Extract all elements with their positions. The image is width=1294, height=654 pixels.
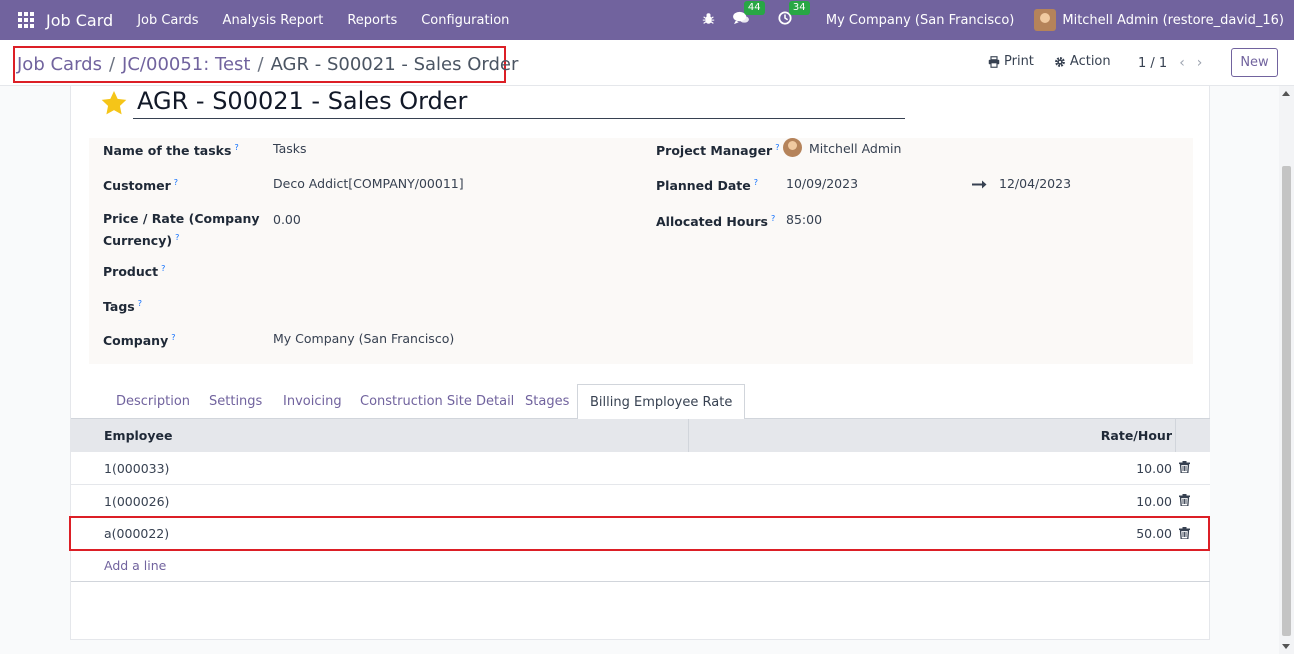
breadcrumb: Job Cards / JC/00051: Test / AGR - S0002… — [13, 46, 518, 83]
gear-icon — [1055, 56, 1065, 67]
breadcrumb-current: AGR - S00021 - Sales Order — [270, 54, 519, 75]
user-name: Mitchell Admin (restore_david_16) — [1062, 12, 1284, 28]
bug-icon[interactable] — [702, 12, 715, 29]
label-company: Company? — [103, 333, 176, 349]
label-project-manager: Project Manager? — [656, 143, 780, 159]
column-divider — [1175, 419, 1176, 452]
record-actions: Print Action — [988, 54, 1111, 69]
trash-icon[interactable] — [1179, 461, 1190, 473]
add-line-link[interactable]: Add a line — [104, 558, 166, 573]
control-panel: Job Cards / JC/00051: Test / AGR - S0002… — [0, 40, 1294, 86]
activities-badge: 34 — [788, 1, 810, 15]
notebook-tabs: Description Settings Invoicing Construct… — [71, 384, 1210, 420]
trash-icon[interactable] — [1179, 527, 1190, 539]
chevron-left-icon[interactable]: ‹ — [1179, 55, 1185, 71]
breadcrumb-separator: / — [257, 54, 264, 75]
tab-description[interactable]: Description — [116, 384, 190, 419]
cell-employee: 1(000033) — [104, 461, 170, 476]
value-project-manager[interactable]: Mitchell Admin — [809, 141, 901, 156]
user-menu[interactable]: Mitchell Admin (restore_david_16) — [1034, 9, 1284, 31]
navbar-systray: 44 34 My Company (San Francisco) Mitchel… — [684, 0, 1284, 40]
scroll-down-icon[interactable] — [1282, 644, 1290, 649]
record-title[interactable]: AGR - S00021 - Sales Order — [133, 86, 905, 119]
top-navbar: Job Card Job Cards Analysis Report Repor… — [0, 0, 1294, 40]
cell-rate: 50.00 — [1136, 526, 1172, 541]
action-label: Action — [1069, 54, 1111, 69]
column-rate-hour[interactable]: Rate/Hour — [1101, 428, 1172, 443]
value-customer[interactable]: Deco Addict[COMPANY/00011] — [273, 176, 464, 191]
user-avatar — [1034, 9, 1057, 31]
value-planned-start[interactable]: 10/09/2023 — [786, 176, 858, 191]
label-allocated-hours: Allocated Hours? — [656, 214, 776, 230]
menu-reports[interactable]: Reports — [347, 13, 397, 28]
trash-icon[interactable] — [1179, 494, 1190, 506]
scroll-up-icon[interactable] — [1282, 91, 1290, 96]
table-row[interactable]: 1(000026) 10.00 — [71, 485, 1210, 518]
tab-settings[interactable]: Settings — [209, 384, 262, 419]
table-row[interactable]: 1(000033) 10.00 — [71, 452, 1210, 485]
arrow-right-icon — [972, 180, 987, 189]
project-manager-avatar — [783, 138, 802, 157]
column-employee[interactable]: Employee — [104, 428, 173, 443]
value-allocated-hours[interactable]: 85:00 — [786, 212, 822, 227]
company-switcher[interactable]: My Company (San Francisco) — [826, 13, 1014, 28]
cell-rate: 10.00 — [1136, 461, 1172, 476]
value-planned-end[interactable]: 12/04/2023 — [999, 176, 1071, 191]
label-tags: Tags? — [103, 299, 142, 315]
table-row[interactable]: a(000022) 50.00 — [69, 516, 1210, 551]
chevron-right-icon[interactable]: › — [1197, 55, 1203, 71]
title-row: AGR - S00021 - Sales Order — [101, 86, 909, 119]
breadcrumb-job-cards[interactable]: Job Cards — [17, 54, 102, 75]
label-product: Product? — [103, 264, 166, 280]
new-button[interactable]: New — [1231, 48, 1278, 77]
label-name-of-tasks: Name of the tasks? — [103, 143, 239, 159]
menu-analysis-report[interactable]: Analysis Report — [223, 13, 324, 28]
star-icon[interactable] — [101, 90, 127, 115]
value-price-rate[interactable]: 0.00 — [273, 212, 301, 227]
cell-rate: 10.00 — [1136, 494, 1172, 509]
action-button[interactable]: Action — [1054, 54, 1111, 69]
scroll-thumb[interactable] — [1282, 166, 1291, 636]
tab-construction-site-detail[interactable]: Construction Site Detail — [360, 384, 514, 419]
breadcrumb-separator: / — [108, 54, 116, 75]
table-header: Employee Rate/Hour — [71, 419, 1210, 452]
menu-job-cards[interactable]: Job Cards — [137, 13, 198, 28]
pager-value[interactable]: 1 / 1 — [1138, 56, 1167, 71]
breadcrumb-job-card[interactable]: JC/00051: Test — [122, 54, 250, 75]
messages-badge: 44 — [743, 1, 765, 15]
main-fields-group: Name of the tasks? Tasks Customer? Deco … — [89, 138, 1193, 364]
label-price-rate: Price / Rate (Company Currency)? — [103, 211, 260, 249]
print-label: Print — [1004, 54, 1034, 69]
form-sheet: AGR - S00021 - Sales Order Name of the t… — [69, 86, 1210, 640]
apps-grid-icon[interactable] — [16, 10, 36, 30]
column-divider — [688, 419, 689, 452]
value-company[interactable]: My Company (San Francisco) — [273, 331, 454, 346]
pager: 1 / 1 ‹ › — [1138, 55, 1202, 71]
tab-billing-employee-rate[interactable]: Billing Employee Rate — [577, 384, 746, 420]
label-customer: Customer? — [103, 178, 178, 194]
menu-configuration[interactable]: Configuration — [421, 13, 509, 28]
chat-icon[interactable]: 44 — [732, 1, 765, 29]
tab-stages[interactable]: Stages — [525, 384, 569, 419]
cell-employee: 1(000026) — [104, 494, 170, 509]
clock-icon[interactable]: 34 — [778, 1, 810, 29]
value-name-of-tasks[interactable]: Tasks — [273, 141, 307, 156]
cell-employee: a(000022) — [104, 526, 170, 541]
print-button[interactable]: Print — [988, 54, 1034, 69]
page-scrollbar[interactable] — [1279, 86, 1294, 654]
tab-invoicing[interactable]: Invoicing — [283, 384, 342, 419]
print-icon — [988, 55, 1000, 68]
table-bottom-border — [71, 581, 1210, 582]
main-menu: Job Cards Analysis Report Reports Config… — [137, 13, 533, 28]
label-planned-date: Planned Date? — [656, 178, 758, 194]
app-brand[interactable]: Job Card — [46, 11, 113, 30]
